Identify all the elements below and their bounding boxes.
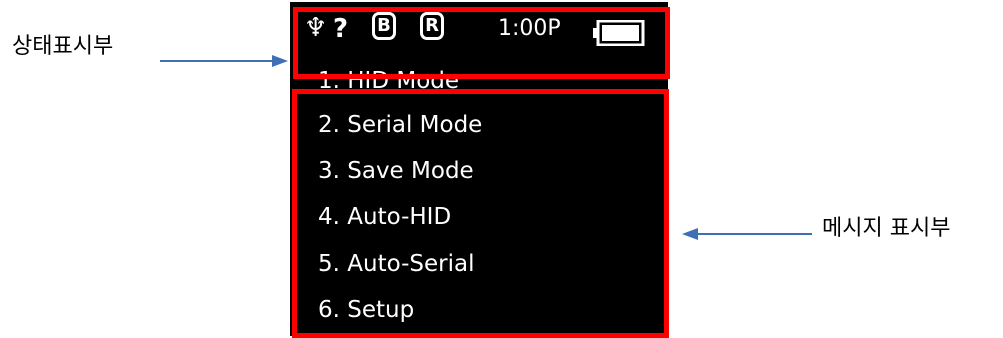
annotation-arrows <box>160 55 812 240</box>
status-arrow <box>160 55 288 67</box>
message-arrow <box>682 228 812 240</box>
